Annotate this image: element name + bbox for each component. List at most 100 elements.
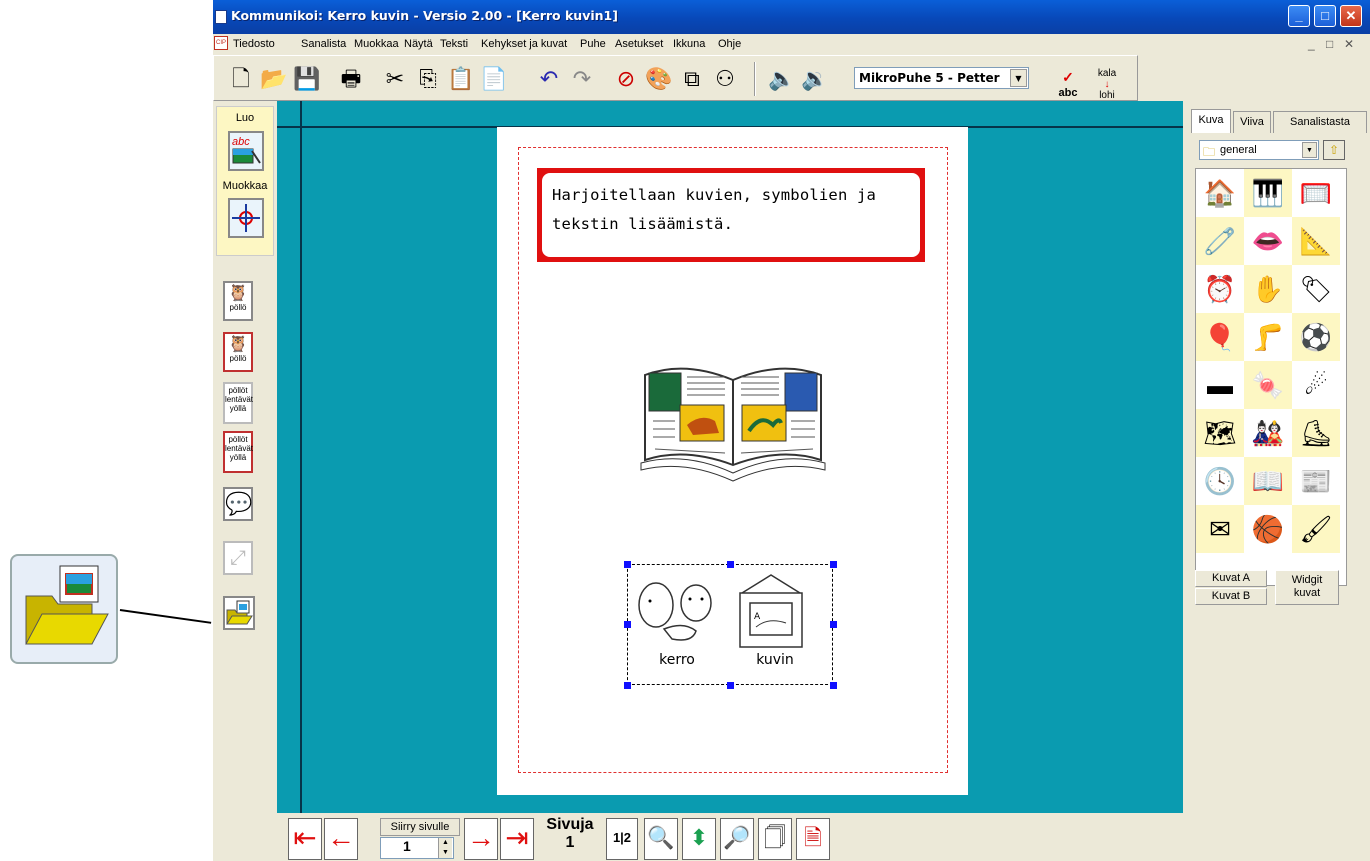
menu-ohje[interactable]: Ohje (718, 38, 741, 50)
fit-button[interactable]: ⤢ (223, 541, 253, 575)
close-button[interactable]: ✕ (1340, 5, 1362, 27)
insert-page-icon[interactable]: 🗍 (758, 818, 792, 860)
paste-icon[interactable]: 📋 (446, 63, 476, 95)
tag-icon[interactable]: 🏷 (1292, 265, 1340, 313)
mdi-minimize-button[interactable]: _ (1308, 37, 1315, 51)
hand-icon[interactable]: ✋ (1244, 265, 1292, 313)
menu-ikkuna[interactable]: Ikkuna (673, 38, 705, 50)
folder-select[interactable]: 🗀 general ▼ (1199, 140, 1319, 160)
minimize-button[interactable]: _ (1288, 5, 1310, 27)
map-icon[interactable]: 🗺 (1196, 409, 1244, 457)
menu-teksti[interactable]: Teksti (440, 38, 468, 50)
delete-page-icon[interactable]: 🗎 (796, 818, 830, 860)
title-bar[interactable]: Kommunikoi: Kerro kuvin - Versio 2.00 - … (213, 0, 1370, 34)
print-icon[interactable]: 🖶 (336, 63, 366, 95)
newspaper-icon[interactable]: 📰 (1292, 457, 1340, 505)
resize-handle[interactable] (624, 682, 631, 689)
tab-kuva[interactable]: Kuva (1191, 109, 1231, 133)
word-replace-button[interactable]: kala ↓ lohi (1092, 63, 1122, 101)
resize-handle[interactable] (830, 561, 837, 568)
balloon-icon[interactable]: 🎈 (1196, 313, 1244, 361)
mdi-close-button[interactable]: ✕ (1344, 37, 1354, 51)
zoom-out-icon[interactable]: 🔎 (720, 818, 754, 860)
skate-icon[interactable]: ⛸ (1292, 409, 1340, 457)
text-pollot-framed-button[interactable]: pöllöt lentävät yöllä (223, 431, 253, 473)
save-icon[interactable]: 💾 (292, 63, 322, 95)
create-picture-button[interactable]: abc (228, 131, 264, 171)
two-page-view-button[interactable]: 1|2 (606, 818, 638, 860)
text-pollot-button[interactable]: pöllöt lentävät yöllä (223, 382, 253, 424)
blackboard-icon[interactable]: ▬ (1196, 361, 1244, 409)
color-palette-icon[interactable]: 🎨 (644, 63, 674, 95)
menu-kehykset[interactable]: Kehykset ja kuvat (481, 38, 567, 50)
compass-icon[interactable]: 📐 (1292, 217, 1340, 265)
document-page[interactable]: Harjoitellaan kuvien, symbolien ja tekst… (497, 127, 968, 795)
text-frame[interactable]: Harjoitellaan kuvien, symbolien ja tekst… (537, 168, 925, 262)
piano-icon[interactable]: 🎹 (1244, 169, 1292, 217)
previous-page-icon[interactable]: ← (324, 818, 358, 860)
widgit-kuvat-button[interactable]: Widgit kuvat (1275, 570, 1339, 605)
book-picture[interactable] (635, 355, 831, 485)
last-page-icon[interactable]: ⇥ (500, 818, 534, 860)
spellcheck-button[interactable]: ✓ abc (1053, 63, 1083, 99)
folder-up-icon[interactable]: ⇧ (1323, 140, 1345, 160)
resize-handle[interactable] (727, 682, 734, 689)
undo-icon[interactable]: ↶ (534, 63, 564, 95)
tab-sanalistasta[interactable]: Sanalistasta (1273, 111, 1367, 133)
speak-icon[interactable]: 🔈 (767, 63, 797, 95)
resize-handle[interactable] (830, 621, 837, 628)
menu-sanalista[interactable]: Sanalista (301, 38, 346, 50)
zoom-in-icon[interactable]: 🔍 (644, 818, 678, 860)
cabin-icon[interactable]: 🏠 (1196, 169, 1244, 217)
doc-icon[interactable]: CIP (214, 36, 228, 50)
redo-icon[interactable]: ↷ (567, 63, 597, 95)
safety-pin-icon[interactable]: 🧷 (1196, 217, 1244, 265)
net-icon[interactable]: 🥅 (1292, 169, 1340, 217)
menu-nayta[interactable]: Näytä (404, 38, 433, 50)
candy-icon[interactable]: 🍬 (1244, 361, 1292, 409)
menu-tiedosto[interactable]: Tiedosto (233, 38, 275, 50)
menu-asetukset[interactable]: Asetukset (615, 38, 663, 50)
menu-puhe[interactable]: Puhe (580, 38, 606, 50)
paint-roller-icon[interactable]: 🖌 (1292, 505, 1340, 553)
puppet-icon[interactable]: 🎎 (1244, 409, 1292, 457)
chevron-down-icon[interactable]: ▼ (1010, 69, 1027, 87)
new-document-icon[interactable]: 🗋 (226, 63, 256, 95)
mouth-icon[interactable]: 👄 (1244, 217, 1292, 265)
resize-handle[interactable] (624, 561, 631, 568)
arrange-icon[interactable]: ⧉ (677, 63, 707, 95)
resize-handle[interactable] (727, 561, 734, 568)
next-page-icon[interactable]: → (464, 818, 498, 860)
first-page-icon[interactable]: ⇤ (288, 818, 322, 860)
symbol-pollo-button[interactable]: 🦉 pöllö (223, 281, 253, 321)
paste-special-icon[interactable]: 📄 (479, 63, 509, 95)
football-icon[interactable]: ⚽ (1292, 313, 1340, 361)
kuvat-b-button[interactable]: Kuvat B (1195, 588, 1267, 605)
copy-icon[interactable]: ⎘ (413, 63, 443, 95)
speech-bubble-button[interactable]: 💬 (223, 487, 253, 521)
cut-icon[interactable]: ✂ (380, 63, 410, 95)
insert-picture-button[interactable] (223, 596, 255, 630)
menu-muokkaa[interactable]: Muokkaa (354, 38, 399, 50)
envelope-icon[interactable]: ✉ (1196, 505, 1244, 553)
alarm-clock-icon[interactable]: ⏰ (1196, 265, 1244, 313)
leg-icon[interactable]: 🦵 (1244, 313, 1292, 361)
edit-move-button[interactable] (228, 198, 264, 238)
group-icon[interactable]: ⚇ (710, 63, 740, 95)
kuvat-a-button[interactable]: Kuvat A (1195, 570, 1267, 587)
comet-icon[interactable]: ☄ (1292, 361, 1340, 409)
delete-icon[interactable]: ⊘ (611, 63, 641, 95)
fit-page-icon[interactable]: ⬍ (682, 818, 716, 860)
resize-handle[interactable] (624, 621, 631, 628)
tab-viiva[interactable]: Viiva (1233, 111, 1271, 133)
resize-handle[interactable] (830, 682, 837, 689)
page-spinner[interactable]: ▲ ▼ (438, 838, 452, 858)
book-icon[interactable]: 📖 (1244, 457, 1292, 505)
chevron-down-icon[interactable]: ▼ (1302, 142, 1317, 158)
text-frame-content[interactable]: Harjoitellaan kuvien, symbolien ja tekst… (542, 173, 920, 257)
maximize-button[interactable]: □ (1314, 5, 1336, 27)
voice-select[interactable]: MikroPuhe 5 - Petter ▼ (854, 67, 1029, 89)
open-folder-icon[interactable]: 📂 (259, 63, 289, 95)
basketball-icon[interactable]: 🏀 (1244, 505, 1292, 553)
clock-icon[interactable]: 🕓 (1196, 457, 1244, 505)
